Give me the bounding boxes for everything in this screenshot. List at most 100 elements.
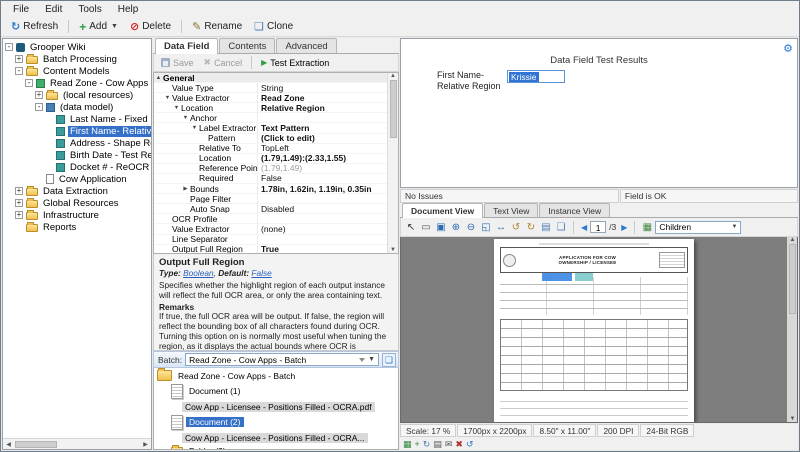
- editor-tab[interactable]: Advanced: [276, 38, 336, 53]
- expander-icon[interactable]: [181, 186, 190, 192]
- expander-icon[interactable]: [172, 105, 181, 111]
- property-row[interactable]: Location (1.79,1.49):(2.33,1.55): [154, 154, 398, 164]
- property-row[interactable]: Auto Snap Disabled: [154, 204, 398, 214]
- batch-item[interactable]: Document (1): [154, 382, 398, 400]
- tree-toggle[interactable]: +: [35, 91, 43, 99]
- tree-item[interactable]: + Data Extraction: [3, 185, 151, 197]
- rotate-left-icon[interactable]: ↺: [509, 220, 523, 234]
- menu-item[interactable]: File: [5, 3, 37, 16]
- tree-toggle[interactable]: -: [35, 103, 43, 111]
- cancel-button[interactable]: ✖ Cancel: [199, 55, 248, 70]
- property-value[interactable]: (1.79,1.49): [258, 163, 398, 173]
- property-row[interactable]: Reference Point (1.79,1.49): [154, 164, 398, 174]
- tree-item[interactable]: Last Name - Fixed Region: [3, 113, 151, 125]
- property-row[interactable]: Value Type String: [154, 83, 398, 93]
- tree-toggle[interactable]: +: [15, 199, 23, 207]
- batch-dropdown[interactable]: Read Zone - Cow Apps - Batch ▼: [185, 353, 379, 366]
- horizontal-scrollbar[interactable]: ◀ ▶: [3, 438, 151, 449]
- scrollbar-thumb[interactable]: [15, 441, 57, 448]
- viewer-tab[interactable]: Instance View: [539, 203, 610, 217]
- menu-item[interactable]: Tools: [70, 3, 109, 16]
- settings-gear-icon[interactable]: ⚙: [783, 42, 793, 55]
- batch-item[interactable]: Folder (3): [154, 444, 398, 450]
- layers-icon[interactable]: ❏: [554, 220, 568, 234]
- clone-button[interactable]: ❏ Clone: [248, 19, 299, 34]
- pointer-icon[interactable]: ↖: [404, 220, 418, 234]
- tree-item[interactable]: - (data model): [3, 101, 151, 113]
- email-icon[interactable]: ✉: [445, 439, 453, 449]
- tree-item[interactable]: Reports: [3, 221, 151, 233]
- scrollbar-thumb[interactable]: [789, 244, 796, 314]
- tree-item[interactable]: - Content Models: [3, 65, 151, 77]
- property-grid-scrollbar[interactable]: ▲ ▼: [387, 73, 398, 253]
- tree-toggle[interactable]: -: [25, 79, 33, 87]
- property-row[interactable]: General: [154, 73, 398, 83]
- property-row[interactable]: OCR Profile: [154, 214, 398, 224]
- refresh-button[interactable]: ↻ Refresh: [5, 19, 64, 34]
- canvas-scrollbar[interactable]: ▲ ▼: [787, 237, 797, 422]
- tree-toggle[interactable]: [45, 151, 53, 159]
- rename-button[interactable]: ✎ Rename: [186, 19, 248, 34]
- expander-icon[interactable]: [163, 95, 172, 101]
- rotate-page-icon[interactable]: ↻: [423, 439, 431, 449]
- scroll-right-icon[interactable]: ▶: [140, 441, 151, 448]
- property-row[interactable]: Output Full Region True: [154, 245, 398, 254]
- expander-icon[interactable]: [181, 115, 190, 121]
- scroll-down-icon[interactable]: ▼: [388, 247, 398, 253]
- tree-toggle[interactable]: [45, 115, 53, 123]
- tree-toggle[interactable]: [35, 175, 43, 183]
- property-row[interactable]: Relative To TopLeft: [154, 144, 398, 154]
- viewer-tab[interactable]: Document View: [402, 203, 483, 218]
- undo-icon[interactable]: ↺: [466, 439, 474, 449]
- property-row[interactable]: Required False: [154, 174, 398, 184]
- scroll-up-icon[interactable]: ▲: [787, 237, 798, 243]
- property-value[interactable]: 1.78in, 1.62in, 1.19in, 0.35in: [258, 184, 398, 194]
- zoom-fit-icon[interactable]: ◱: [479, 220, 493, 234]
- property-value[interactable]: String: [258, 83, 398, 93]
- property-row[interactable]: Location Relative Region: [154, 103, 398, 113]
- tree-item[interactable]: + Batch Processing: [3, 53, 151, 65]
- tree-item[interactable]: Birth Date - Test Region: [3, 149, 151, 161]
- open-batch-icon[interactable]: ❏: [382, 353, 396, 367]
- batch-item[interactable]: Read Zone - Cow Apps - Batch: [154, 369, 398, 382]
- select-region-icon[interactable]: ▭: [419, 220, 433, 234]
- editor-tab[interactable]: Data Field: [155, 38, 218, 54]
- save-button[interactable]: Save: [156, 56, 199, 70]
- menu-item[interactable]: Help: [110, 3, 147, 16]
- batch-item[interactable]: Cow App - Licensee - Positions Filled - …: [154, 400, 398, 413]
- property-value[interactable]: TopLeft: [258, 143, 398, 153]
- delete-page-icon[interactable]: ✖: [455, 439, 463, 449]
- prev-page-icon[interactable]: ◀: [579, 223, 589, 232]
- children-dropdown[interactable]: Children ▼: [655, 221, 741, 234]
- add-button[interactable]: + Add ▼: [73, 19, 124, 34]
- tree-toggle[interactable]: -: [15, 67, 23, 75]
- property-value[interactable]: Text Pattern: [258, 123, 398, 133]
- property-value[interactable]: Read Zone: [258, 93, 398, 103]
- tree-toggle[interactable]: [15, 223, 23, 231]
- scroll-up-icon[interactable]: ▲: [388, 73, 398, 79]
- zoom-region-icon[interactable]: ▣: [434, 220, 448, 234]
- tree-toggle[interactable]: +: [15, 187, 23, 195]
- append-page-icon[interactable]: +: [415, 439, 420, 449]
- property-row[interactable]: Pattern (Click to edit): [154, 134, 398, 144]
- viewer-tab[interactable]: Text View: [484, 203, 538, 217]
- tree-item[interactable]: First Name- Relative Region: [3, 125, 151, 137]
- editor-tab[interactable]: Contents: [219, 38, 275, 53]
- tree-item[interactable]: + Global Resources: [3, 197, 151, 209]
- property-row[interactable]: Value Extractor Read Zone: [154, 93, 398, 103]
- result-field-input[interactable]: Krissie: [507, 70, 565, 83]
- property-value[interactable]: True: [258, 244, 398, 254]
- tree-toggle[interactable]: [45, 163, 53, 171]
- property-row[interactable]: Label Extractor Text Pattern: [154, 123, 398, 133]
- expander-icon[interactable]: [190, 125, 199, 131]
- delete-button[interactable]: ⊘ Delete: [124, 19, 177, 34]
- tree-toggle[interactable]: +: [15, 211, 23, 219]
- test-extraction-button[interactable]: ▶ Test Extraction: [256, 56, 334, 70]
- tree-item[interactable]: + (local resources): [3, 89, 151, 101]
- scroll-down-icon[interactable]: ▼: [787, 416, 798, 422]
- print-icon[interactable]: ▤: [433, 439, 442, 449]
- fit-width-icon[interactable]: ↔: [494, 220, 508, 234]
- property-value[interactable]: (Click to edit): [258, 133, 398, 143]
- tree-item[interactable]: + Infrastructure: [3, 209, 151, 221]
- filter-funnel-icon[interactable]: [359, 358, 365, 362]
